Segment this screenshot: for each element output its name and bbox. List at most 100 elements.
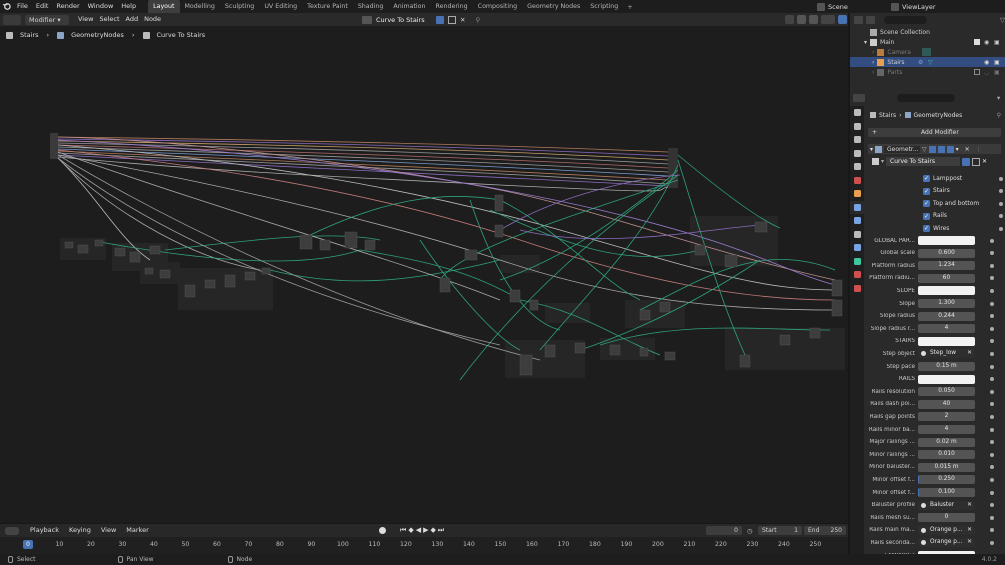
fake-user-icon[interactable] — [436, 15, 444, 24]
tab-shading[interactable]: Shading — [353, 0, 389, 13]
data-tab-icon[interactable] — [850, 255, 864, 269]
clear-icon[interactable]: ✕ — [967, 538, 972, 547]
number-field[interactable]: 2 — [918, 412, 975, 422]
keyframe-dot-icon[interactable] — [990, 528, 994, 533]
start-frame-field[interactable]: Start 1 — [758, 526, 802, 535]
outliner-item-parts[interactable]: › Parts ◡ ▣ — [850, 67, 1005, 77]
menu-view[interactable]: View — [75, 13, 96, 26]
outliner-item-camera[interactable]: › Camera — [850, 47, 1005, 57]
keyframe-dot-icon[interactable] — [990, 414, 994, 419]
pin-icon[interactable]: ⚲ — [997, 112, 1001, 119]
checkbox-icon[interactable]: ✓ — [923, 200, 930, 207]
timeline-menu-keying[interactable]: Keying — [64, 524, 96, 537]
dropdown-icon[interactable]: ▾ — [956, 146, 959, 153]
pin-icon[interactable]: ⚲ — [475, 16, 480, 24]
keyframe-dot-icon[interactable] — [990, 288, 994, 293]
keyframe-dot-icon[interactable] — [990, 314, 994, 319]
timeline-menu-playback[interactable]: Playback — [25, 524, 64, 537]
keyframe-dot-icon[interactable] — [990, 326, 994, 331]
keyframe-dot-icon[interactable] — [990, 503, 994, 508]
tab-animation[interactable]: Animation — [388, 0, 430, 13]
keyframe-dot-icon[interactable] — [990, 238, 994, 243]
drag-handle-icon[interactable]: ⋮ — [976, 146, 982, 153]
properties-search-input[interactable] — [897, 94, 955, 102]
keyframe-dot-icon[interactable] — [990, 540, 994, 545]
tab-modelling[interactable]: Modelling — [180, 0, 220, 13]
number-field[interactable]: 0.050 — [918, 387, 975, 397]
jump-end-icon[interactable]: ⏭ — [438, 526, 444, 535]
keyframe-dot-icon[interactable] — [990, 465, 994, 470]
tool-tab-icon[interactable] — [850, 106, 864, 120]
clear-icon[interactable]: ✕ — [967, 501, 972, 510]
add-workspace-icon[interactable]: + — [623, 3, 636, 11]
number-field[interactable]: 0.15 m — [918, 362, 975, 371]
render-icon[interactable]: ▣ — [994, 69, 1000, 76]
modifier-tab-icon[interactable] — [850, 200, 864, 214]
snap-icon[interactable] — [797, 15, 806, 24]
section-text-field[interactable] — [918, 286, 975, 296]
keyframe-dot-icon[interactable] — [990, 263, 994, 268]
keyframe-dot-icon[interactable] — [990, 351, 994, 356]
checkbox-lamppost[interactable]: ✓ Lamppost — [866, 173, 1005, 184]
duplicate-icon[interactable] — [972, 157, 981, 166]
end-frame-field[interactable]: End 250 — [804, 526, 846, 535]
clear-icon[interactable]: ✕ — [967, 349, 972, 358]
edit-mode-icon[interactable]: ▽ — [922, 146, 927, 153]
outliner-item-main[interactable]: ▾ Main ◉ ▣ — [850, 37, 1005, 47]
view-layer-name[interactable]: ViewLayer — [902, 3, 936, 11]
number-field[interactable]: 0.010 — [918, 450, 975, 460]
modifier-name-field[interactable]: Geometr... — [884, 145, 921, 153]
render-icon[interactable]: ▣ — [994, 59, 1000, 66]
overlay-icon[interactable] — [785, 15, 794, 24]
checkbox-icon[interactable] — [974, 69, 980, 75]
number-field[interactable]: 0.02 m — [918, 437, 975, 447]
unlink-icon[interactable]: ✕ — [460, 16, 465, 24]
checkbox-icon[interactable]: ✓ — [923, 225, 930, 232]
keyframe-dot-icon[interactable] — [990, 377, 994, 382]
node-graph[interactable] — [0, 26, 848, 523]
checkbox-icon[interactable]: ✓ — [923, 212, 930, 220]
menu-add[interactable]: Add — [123, 13, 142, 26]
number-field[interactable]: 0 — [918, 513, 975, 523]
add-modifier-button[interactable]: + Add Modifier — [868, 128, 1001, 137]
keyframe-dot-icon[interactable] — [990, 440, 994, 445]
tab-uv-editing[interactable]: UV Editing — [259, 0, 302, 13]
keyframe-dot-icon[interactable] — [990, 364, 994, 369]
menu-help[interactable]: Help — [117, 0, 140, 13]
slider-field[interactable]: 0.250 — [918, 475, 975, 485]
node-group-name[interactable]: Curve To Stairs — [886, 157, 961, 166]
output-tab-icon[interactable] — [850, 133, 864, 147]
node-editor-canvas[interactable]: Stairs › GeometryNodes › Curve To Stairs — [0, 26, 848, 523]
keyframe-dot-icon[interactable] — [990, 427, 994, 432]
section-text-field[interactable] — [918, 336, 975, 346]
checkbox-stairs[interactable]: ✓ Stairs — [866, 186, 1005, 197]
timeline-menu-marker[interactable]: Marker — [121, 524, 153, 537]
object-tab-icon[interactable] — [850, 187, 864, 201]
tab-scripting[interactable]: Scripting — [585, 0, 623, 13]
options-icon[interactable]: ▾ — [997, 94, 1000, 102]
section-text-field[interactable] — [918, 236, 975, 245]
filter-icon[interactable]: ▽ — [1000, 16, 1005, 24]
editor-type-icon[interactable] — [853, 94, 865, 102]
editor-type-icon[interactable] — [3, 14, 21, 25]
number-field[interactable]: 0.015 m — [918, 462, 975, 472]
checkbox-icon[interactable]: ✓ — [923, 187, 930, 195]
object-field[interactable]: Orange p... ✕ — [918, 538, 975, 548]
object-field[interactable]: Step_low ✕ — [918, 349, 975, 359]
duplicate-icon[interactable] — [448, 15, 456, 24]
number-field[interactable]: 0.244 — [918, 311, 975, 321]
record-icon[interactable] — [379, 527, 386, 534]
prev-keyframe-icon[interactable]: ◆ — [408, 526, 413, 535]
number-field[interactable]: 0.600 — [918, 248, 975, 258]
number-field[interactable]: 40 — [918, 399, 975, 409]
checkbox-top-and-bottom[interactable]: ✓ Top and bottom — [866, 198, 1005, 209]
keyframe-dot-icon[interactable] — [990, 477, 994, 482]
number-field[interactable]: 1.300 — [918, 299, 975, 308]
overlay-toggle-icon[interactable] — [838, 15, 847, 24]
fake-user-icon[interactable] — [962, 157, 971, 166]
play-reverse-icon[interactable]: ◀ — [416, 526, 421, 535]
material-tab-icon[interactable] — [850, 268, 864, 282]
current-frame-field[interactable]: 0 — [706, 526, 742, 535]
timeline-menu-view[interactable]: View — [96, 524, 121, 537]
menu-edit[interactable]: Edit — [32, 0, 53, 13]
